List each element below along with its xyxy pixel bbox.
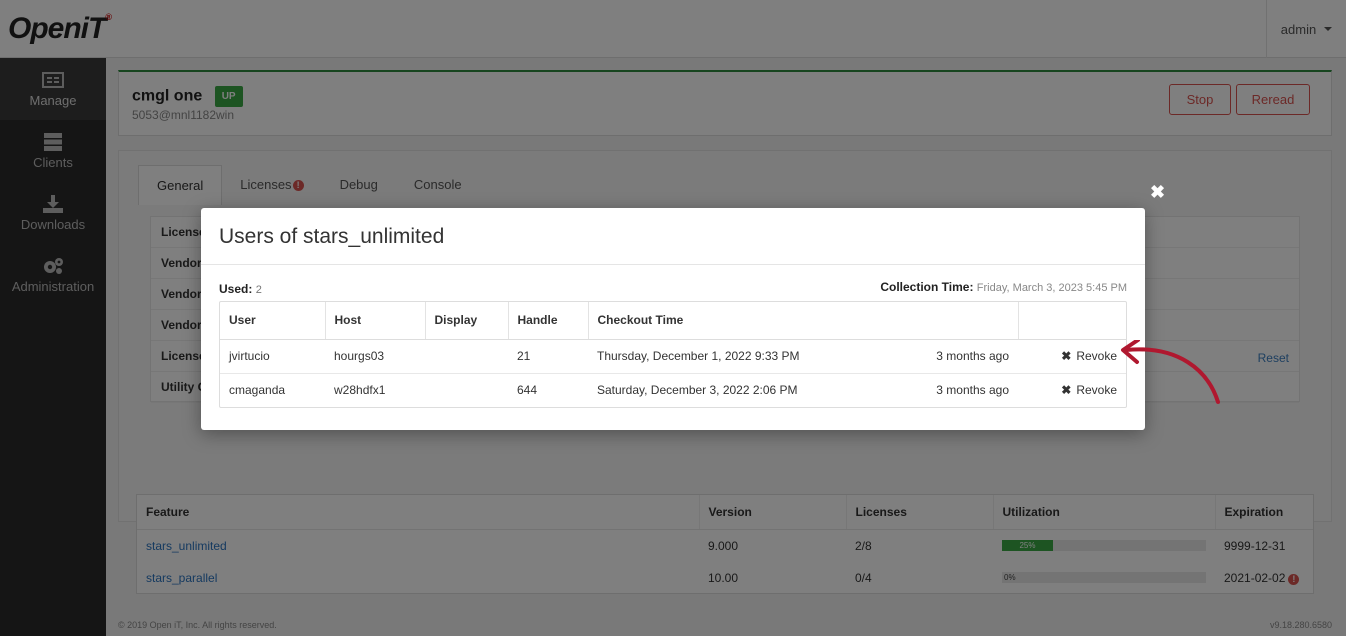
checkout-cell: Thursday, December 1, 2022 9:33 PM 3 mon… (588, 339, 1018, 374)
revoke-button[interactable]: ✖ Revoke (1018, 339, 1126, 374)
col-host[interactable]: Host (325, 302, 426, 340)
collection-time: Collection Time: Friday, March 3, 2023 5… (880, 280, 1127, 294)
modal-title: Users of stars_unlimited (219, 225, 445, 248)
handle-cell: 644 (517, 383, 538, 398)
handle-cell: 21 (508, 339, 588, 374)
user-cell: jvirtucio (220, 339, 325, 374)
used-count: Used: 2 (219, 282, 262, 296)
relative-time: 3 months ago (936, 383, 1009, 398)
table-row: cmaganda w28hdfx1 644 Saturday, December… (220, 373, 1126, 407)
col-actions (1018, 302, 1126, 340)
revoke-button[interactable]: ✖ Revoke (1018, 373, 1126, 407)
annotation-arrow-icon (1121, 340, 1220, 404)
col-handle[interactable]: Handle (508, 302, 589, 340)
relative-time: 3 months ago (936, 349, 1009, 363)
host-cell: hourgs03 (325, 339, 425, 374)
users-table-wrap: User Host Display Handle Checkout Time j… (219, 301, 1127, 408)
checkout-time: Thursday, December 1, 2022 9:33 PM (597, 349, 800, 363)
collection-value: Friday, March 3, 2023 5:45 PM (976, 282, 1127, 294)
revoke-label: Revoke (1076, 349, 1117, 363)
user-cell: cmaganda (229, 383, 286, 398)
display-cell (425, 373, 508, 407)
display-cell (425, 339, 508, 374)
table-row: jvirtucio hourgs03 21 Thursday, December… (220, 339, 1126, 374)
checkout-cell: Saturday, December 3, 2022 2:06 PM 3 mon… (588, 373, 1018, 407)
revoke-label: Revoke (1076, 383, 1117, 398)
used-value: 2 (255, 284, 262, 296)
close-icon[interactable]: ✖ (1150, 182, 1165, 203)
host-cell: w28hdfx1 (334, 383, 386, 398)
users-modal: Users of stars_unlimited Used: 2 Collect… (201, 208, 1145, 430)
used-label: Used: (219, 282, 253, 296)
collection-label: Collection Time: (880, 280, 974, 294)
col-display[interactable]: Display (425, 302, 509, 340)
modal-divider (201, 264, 1145, 265)
users-header-row: User Host Display Handle Checkout Time (220, 302, 1126, 340)
x-icon: ✖ (1061, 383, 1072, 398)
col-checkout-time[interactable]: Checkout Time (588, 302, 1019, 340)
checkout-time: Saturday, December 3, 2022 2:06 PM (597, 383, 798, 398)
col-user[interactable]: User (220, 302, 326, 340)
users-table: User Host Display Handle Checkout Time j… (220, 302, 1126, 407)
x-icon: ✖ (1061, 349, 1072, 363)
